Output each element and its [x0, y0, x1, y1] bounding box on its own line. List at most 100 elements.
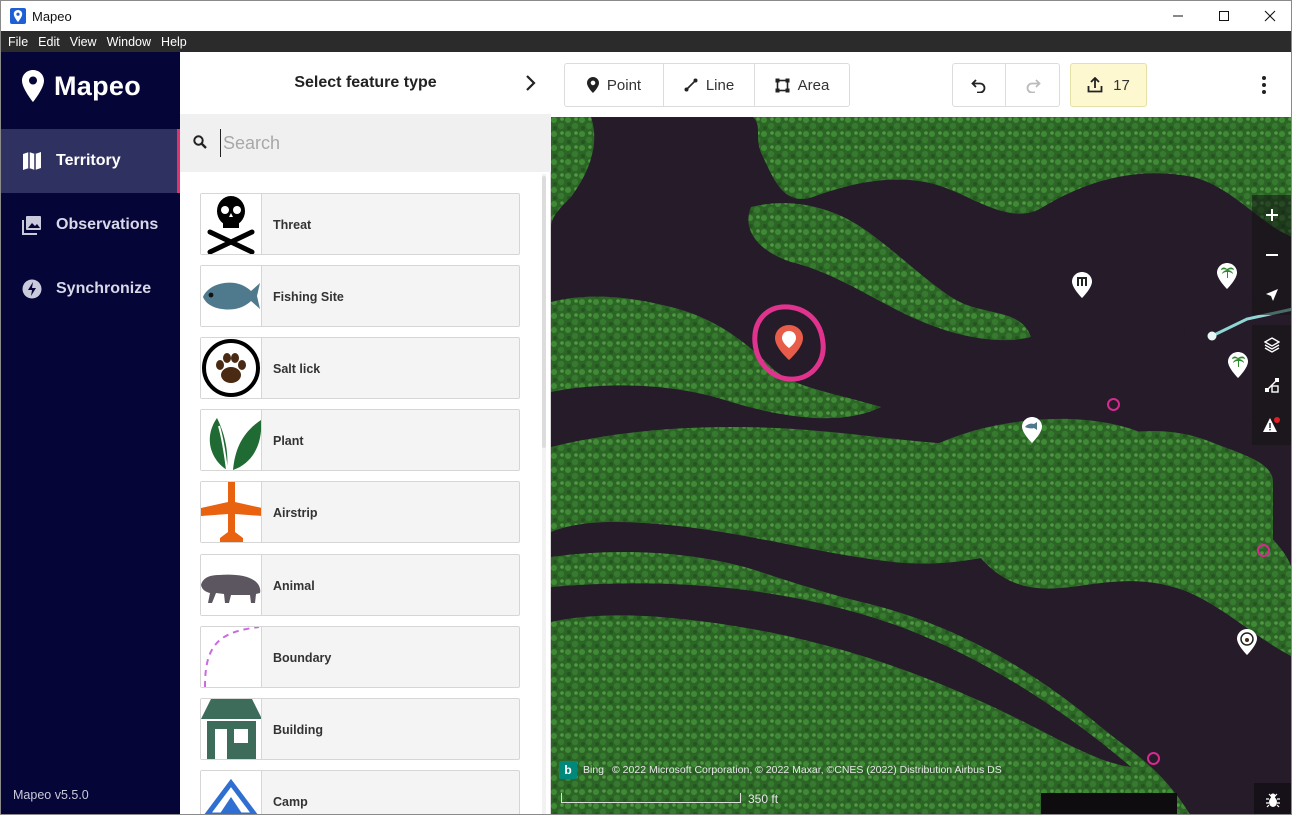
dashed-line-icon — [201, 627, 262, 687]
zoom-out-button[interactable] — [1252, 235, 1291, 275]
palm-tree-marker[interactable] — [1217, 263, 1237, 289]
palm-tree-marker[interactable] — [1228, 352, 1248, 378]
zoom-in-button[interactable] — [1252, 195, 1291, 235]
map-data-button[interactable] — [1252, 365, 1291, 405]
draw-mode-group: Point Line Area — [564, 63, 850, 107]
upload-icon — [1087, 77, 1103, 93]
feature-type-panel: Select feature type Threat Fishing Sit — [180, 52, 551, 814]
leaf-icon — [201, 410, 262, 470]
map-view[interactable]: b Bing © 2022 Microsoft Corporation, © 2… — [551, 117, 1291, 814]
line-button[interactable]: Line — [664, 64, 755, 106]
report-bug-button[interactable] — [1254, 783, 1291, 814]
vertex-point[interactable] — [1257, 544, 1270, 557]
preset-label: Salt lick — [273, 362, 321, 376]
more-menu-button[interactable] — [1251, 72, 1277, 98]
paw-marker[interactable] — [1237, 629, 1257, 655]
preset-list: Threat Fishing Site Salt lick Plant Airs… — [180, 172, 551, 814]
preset-label: Camp — [273, 795, 308, 809]
menu-view[interactable]: View — [70, 35, 97, 49]
attribution-brand: Bing — [583, 764, 605, 776]
preset-label: Plant — [273, 434, 304, 448]
sidebar: Mapeo Territory Observations Synchronize… — [1, 52, 180, 814]
panel-header: Select feature type — [180, 52, 551, 114]
point-button[interactable]: Point — [565, 64, 664, 106]
preset-item-building[interactable]: Building — [200, 698, 520, 760]
app-logo-icon — [10, 8, 26, 24]
chevron-right-icon[interactable] — [525, 74, 537, 92]
brand: Mapeo — [22, 68, 141, 104]
window-title: Mapeo — [32, 9, 72, 24]
layers-button[interactable] — [1252, 325, 1291, 365]
preset-label: Airstrip — [273, 506, 318, 520]
menu-help[interactable]: Help — [161, 35, 187, 49]
preset-item-fishing-site[interactable]: Fishing Site — [200, 265, 520, 327]
brand-name: Mapeo — [54, 70, 142, 101]
minimize-button[interactable] — [1155, 1, 1201, 31]
issues-button[interactable] — [1252, 405, 1291, 445]
tent-icon — [201, 771, 262, 814]
map-attribution: b Bing © 2022 Microsoft Corporation, © 2… — [559, 760, 1002, 780]
preset-item-plant[interactable]: Plant — [200, 409, 520, 471]
satellite-imagery — [551, 117, 1291, 814]
sidebar-item-synchronize[interactable]: Synchronize — [1, 257, 180, 321]
pending-changes-count: 17 — [1113, 76, 1130, 94]
vertex-point[interactable] — [1107, 398, 1120, 411]
preset-label: Fishing Site — [273, 290, 344, 304]
preset-item-camp[interactable]: Camp — [200, 770, 520, 814]
preset-item-salt-lick[interactable]: Salt lick — [200, 337, 520, 399]
airplane-icon — [201, 482, 262, 542]
maximize-button[interactable] — [1201, 1, 1247, 31]
lightning-icon — [22, 279, 42, 299]
menu-file[interactable]: File — [8, 35, 28, 49]
navigation-arrow-icon — [1266, 289, 1278, 301]
sidebar-item-label: Observations — [56, 216, 159, 233]
search-input[interactable] — [220, 129, 520, 157]
point-label: Point — [606, 76, 642, 94]
preset-item-airstrip[interactable]: Airstrip — [200, 481, 520, 543]
zoom-controls — [1252, 195, 1291, 315]
warning-icon — [1263, 417, 1280, 432]
search-bar — [180, 114, 551, 172]
skull-crossbones-icon — [201, 194, 262, 254]
area-button[interactable]: Area — [755, 64, 849, 106]
upload-changes-button[interactable]: 17 — [1070, 63, 1147, 107]
sidebar-item-territory[interactable]: Territory — [1, 129, 180, 193]
preset-label: Threat — [273, 218, 312, 232]
menu-bar: File Edit View Window Help — [1, 31, 1291, 52]
app-window: Mapeo File Edit View Window Help Mapeo T… — [0, 0, 1292, 815]
panel-title: Select feature type — [294, 74, 437, 91]
undo-icon — [971, 79, 986, 93]
scale-bar — [561, 793, 741, 803]
bug-icon — [1266, 793, 1280, 807]
line-label: Line — [705, 76, 735, 94]
selected-observation-marker[interactable] — [749, 303, 829, 385]
redo-button[interactable] — [1006, 64, 1059, 106]
vertex-point[interactable] — [1147, 752, 1160, 765]
attribution-text: © 2022 Microsoft Corporation, © 2022 Max… — [612, 764, 1002, 776]
map-pin-icon — [586, 77, 599, 93]
redo-icon — [1026, 79, 1041, 93]
map-icon — [23, 152, 41, 170]
preset-item-boundary[interactable]: Boundary — [200, 626, 520, 688]
layers-icon — [1264, 337, 1280, 353]
building-marker[interactable] — [1072, 272, 1092, 298]
locate-button[interactable] — [1252, 275, 1291, 315]
preset-label: Animal — [273, 579, 315, 593]
sidebar-item-label: Synchronize — [56, 280, 152, 297]
preset-item-animal[interactable]: Animal — [200, 554, 520, 616]
menu-window[interactable]: Window — [107, 35, 151, 49]
map-pin-icon — [22, 70, 44, 102]
area-icon — [775, 78, 790, 92]
scale-label: 350 ft — [748, 792, 779, 806]
title-bar: Mapeo — [1, 1, 1291, 31]
sidebar-item-observations[interactable]: Observations — [1, 193, 180, 257]
close-button[interactable] — [1247, 1, 1291, 31]
undo-button[interactable] — [953, 64, 1006, 106]
bing-logo-icon: b — [559, 761, 577, 779]
map-toolbar: Point Line Area 17 — [551, 52, 1291, 117]
photo-library-icon — [22, 216, 41, 235]
preset-item-threat[interactable]: Threat — [200, 193, 520, 255]
fish-marker[interactable] — [1022, 417, 1042, 443]
menu-edit[interactable]: Edit — [38, 35, 60, 49]
paw-icon — [201, 338, 262, 398]
